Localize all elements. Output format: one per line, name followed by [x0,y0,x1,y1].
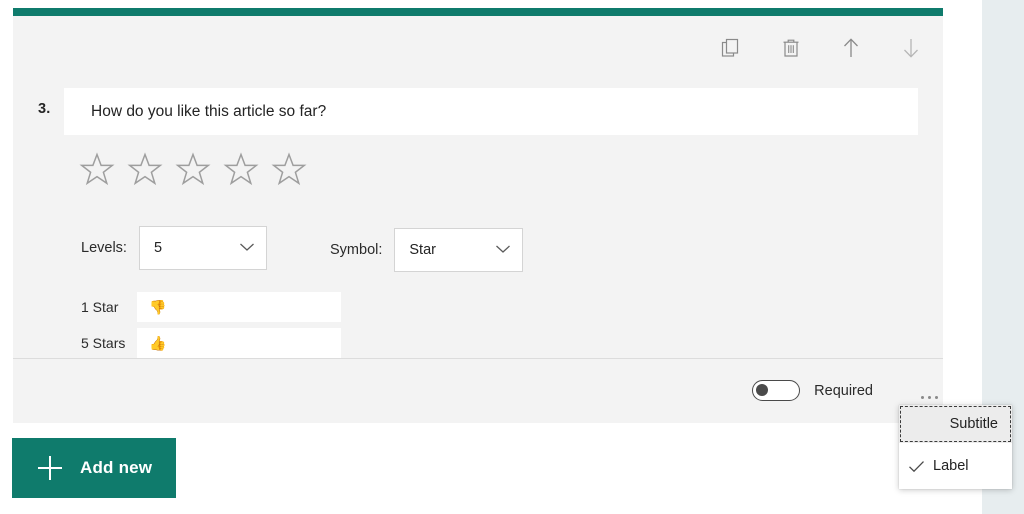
question-toolbar [713,30,929,66]
star-icon-1[interactable] [79,151,115,187]
question-card: 3. How do you like this article so far? [13,8,943,423]
delete-question-button[interactable] [773,30,809,66]
arrow-down-icon [900,36,922,60]
star-icon-2[interactable] [127,151,163,187]
add-new-label: Add new [80,458,153,477]
question-text-input[interactable]: How do you like this article so far? [64,88,918,135]
star-icon-5[interactable] [271,151,307,187]
levels-label: Levels: [81,240,127,256]
move-question-up-button[interactable] [833,30,869,66]
question-number: 3. [38,101,51,117]
copy-icon [720,37,742,59]
level-label-row: 5 Stars 👍 [13,328,341,358]
levels-setting-group: Levels: 5 [81,226,267,270]
menu-item-subtitle[interactable]: Subtitle [899,405,1012,443]
levels-dropdown[interactable]: 5 [138,226,267,270]
move-question-down-button[interactable] [893,30,929,66]
plus-icon [38,456,62,480]
question-row: 3. How do you like this article so far? [13,88,943,135]
symbol-label: Symbol: [330,242,383,258]
required-label: Required [814,382,873,399]
symbol-dropdown-value: Star [409,242,436,258]
chevron-down-icon [239,239,255,257]
level-label-name: 1 Star [81,299,119,315]
level-label-row: 1 Star 👎 [13,292,341,322]
required-group: Required [752,380,873,401]
more-options-button[interactable] [916,389,942,405]
level-label-input-high[interactable]: 👍 [137,328,341,358]
ellipsis-icon [920,395,924,399]
thumbs-up-icon: 👍 [149,335,167,351]
copy-question-button[interactable] [713,30,749,66]
menu-item-subtitle-label: Subtitle [949,416,998,432]
ellipsis-icon [927,395,931,399]
more-options-menu: Subtitle Label [899,405,1012,489]
levels-dropdown-value: 5 [153,240,163,256]
level-label-rows: 1 Star 👎 5 Stars 👍 [13,292,341,364]
arrow-up-icon [840,36,862,60]
star-icon-3[interactable] [175,151,211,187]
ellipsis-icon [934,395,938,399]
add-new-button[interactable]: Add new [12,438,176,498]
level-label-input-low[interactable]: 👎 [137,292,341,322]
required-toggle-knob [756,384,769,396]
thumbs-down-icon: 👎 [149,299,167,315]
menu-item-label[interactable]: Label [899,443,1012,489]
required-toggle[interactable] [752,380,801,401]
card-footer: Required [13,359,943,423]
chevron-down-icon [495,241,511,259]
trash-icon [780,37,802,59]
symbol-setting-group: Symbol: Star [330,228,524,272]
rating-preview-stars [79,151,307,187]
check-icon [899,460,933,473]
card-accent-bar [13,8,943,16]
level-label-name: 5 Stars [81,335,126,351]
menu-item-label-text: Label [933,458,969,474]
star-icon-4[interactable] [223,151,259,187]
symbol-dropdown[interactable]: Star [394,228,524,272]
